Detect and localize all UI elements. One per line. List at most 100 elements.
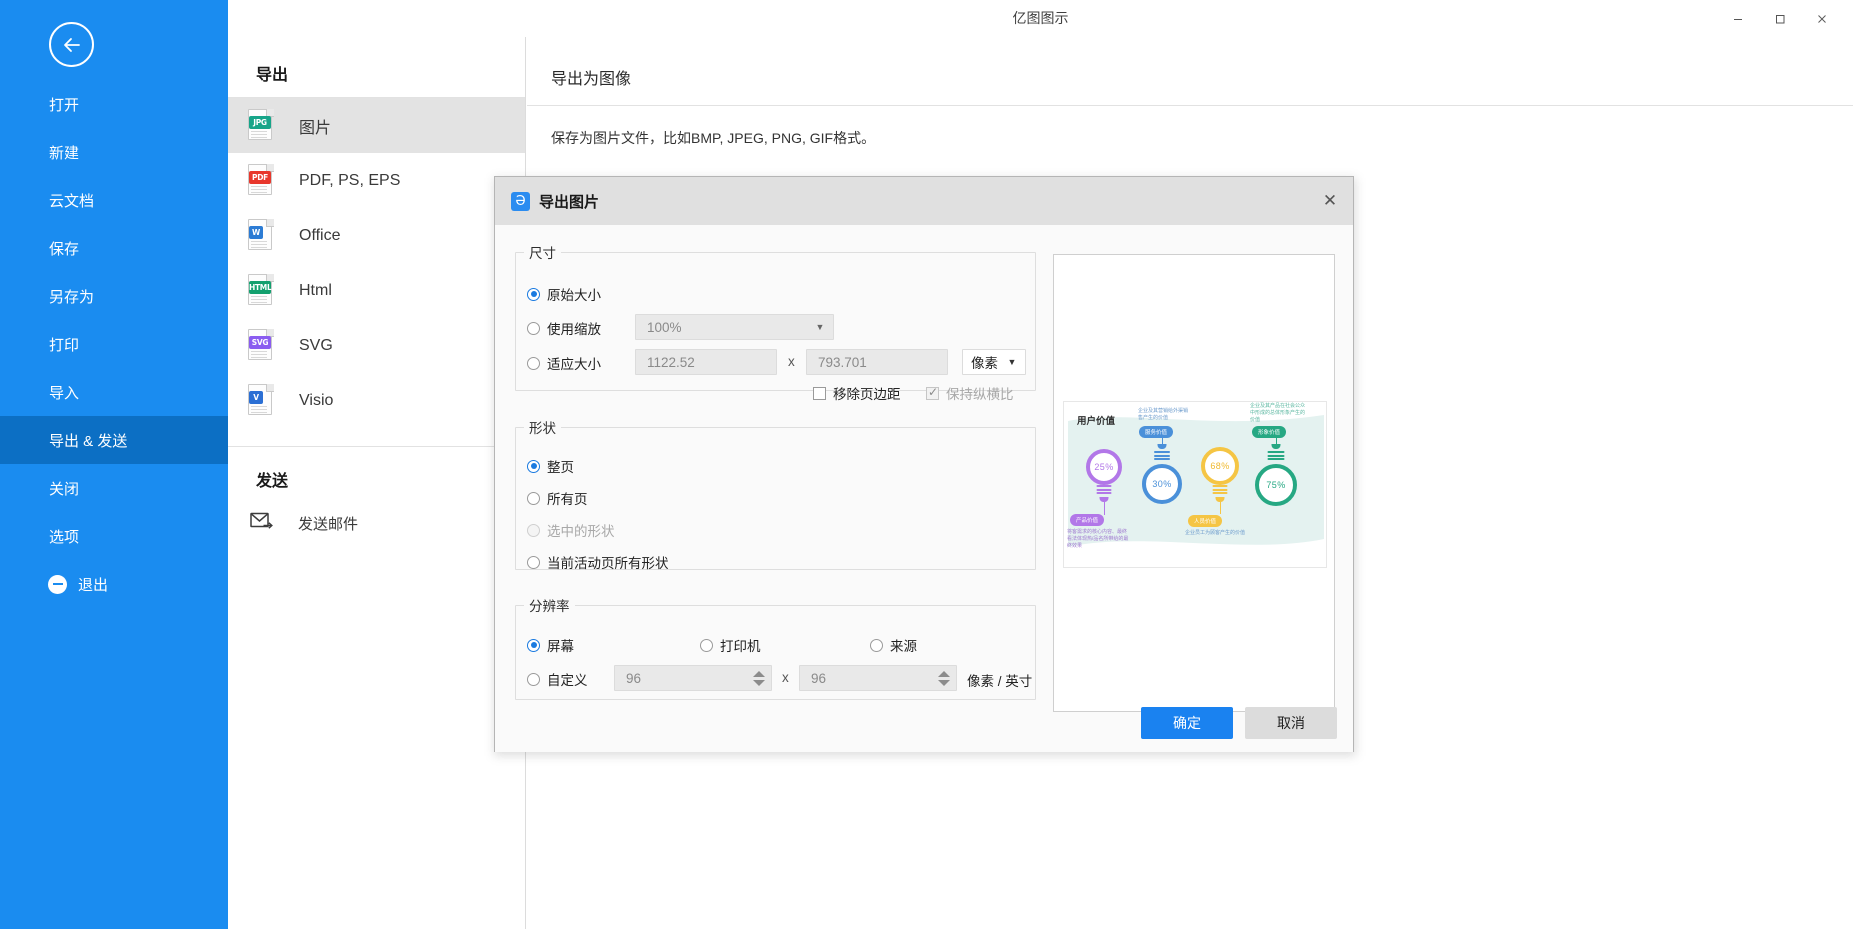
- sidebar-item-label: 退出: [78, 576, 109, 594]
- mail-forward-icon: [250, 511, 276, 535]
- sidebar-item-label: 打印: [49, 336, 80, 354]
- send-mail-item[interactable]: 发送邮件: [228, 497, 525, 549]
- resolution-x-spinner[interactable]: 96: [614, 665, 772, 691]
- preview-bulb-neck-icon: [1212, 485, 1228, 496]
- radio-indicator-icon: [527, 321, 540, 335]
- sidebar-item-export-and-send[interactable]: 导出 & 发送: [0, 416, 228, 464]
- preview-bulb-neck-icon: [1267, 451, 1285, 462]
- resolution-y-spinner[interactable]: 96: [799, 665, 957, 691]
- maximize-button[interactable]: [1759, 3, 1801, 35]
- radio-use-scale[interactable]: 使用缩放: [527, 318, 601, 338]
- preview-bulb-percent: 68%: [1201, 447, 1239, 485]
- preview-bulb-neck-icon: [1154, 451, 1170, 462]
- checkbox-keep-aspect-ratio: 保持纵横比: [926, 383, 1014, 403]
- dialog-body: 尺寸 原始大小 使用缩放 100% ▼ 适应大小 1122.52 x 793.7…: [495, 225, 1353, 752]
- fit-width-input[interactable]: 1122.52: [635, 349, 777, 375]
- radio-indicator-icon: [527, 523, 540, 537]
- preview-bulb-stem: [1103, 502, 1105, 515]
- radio-resolution-printer[interactable]: 打印机: [700, 635, 761, 655]
- export-format-html[interactable]: HTML Html: [228, 263, 525, 318]
- dialog-button-row: 确定 取消: [1141, 707, 1337, 739]
- export-image-dialog: Ə 导出图片 ✕ 尺寸 原始大小 使用缩放 100% ▼ 适应大小 1122.5…: [494, 176, 1354, 752]
- export-format-visio[interactable]: V Visio: [228, 373, 525, 428]
- sidebar-item-save[interactable]: 保存: [0, 224, 228, 272]
- sidebar-item-label: 选项: [49, 528, 80, 546]
- export-format-label: 图片: [299, 119, 332, 137]
- unit-dropdown[interactable]: 像素 ▼: [962, 349, 1026, 375]
- jpg-file-icon: JPG: [248, 109, 276, 142]
- word-file-icon: W: [248, 219, 276, 252]
- resolution-unit-label: 像素 / 英寸: [967, 674, 1033, 689]
- eddx-app-icon: Ə: [511, 191, 530, 211]
- radio-resolution-source[interactable]: 来源: [870, 635, 917, 655]
- radio-original-size[interactable]: 原始大小: [527, 284, 601, 304]
- radio-label: 使用缩放: [547, 322, 601, 337]
- scale-dropdown[interactable]: 100% ▼: [635, 314, 834, 340]
- detail-description: 保存为图片文件，比如BMP, JPEG, PNG, GIF格式。: [551, 130, 876, 146]
- sidebar-item-new[interactable]: 新建: [0, 128, 228, 176]
- preview-bulb-stem: [1219, 502, 1221, 514]
- export-format-list: JPG 图片 PDF PDF, PS, EPS W Office HTML Ht…: [228, 97, 525, 428]
- export-heading: 导出: [256, 67, 289, 84]
- preview-bulb-4: 75%: [1255, 434, 1297, 506]
- sidebar-item-label: 保存: [49, 240, 80, 258]
- minimize-button[interactable]: [1717, 3, 1759, 35]
- cancel-button[interactable]: 取消: [1245, 707, 1337, 739]
- export-format-panel: 导出 JPG 图片 PDF PDF, PS, EPS W Office HTML…: [228, 37, 526, 929]
- radio-resolution-screen[interactable]: 屏幕: [527, 635, 574, 655]
- radio-resolution-custom[interactable]: 自定义: [527, 669, 588, 689]
- sidebar-item-print[interactable]: 打印: [0, 320, 228, 368]
- radio-whole-page[interactable]: 整页: [527, 456, 574, 476]
- html-file-icon: HTML: [248, 274, 276, 307]
- size-separator: x: [788, 354, 795, 369]
- radio-indicator-icon: [527, 638, 540, 652]
- radio-all-pages[interactable]: 所有页: [527, 488, 588, 508]
- dialog-close-icon[interactable]: ✕: [1307, 177, 1353, 225]
- unit-value: 像素: [971, 356, 998, 371]
- sidebar-item-save-as[interactable]: 另存为: [0, 272, 228, 320]
- sidebar-item-label: 导出 & 发送: [49, 432, 128, 450]
- radio-label: 所有页: [547, 492, 588, 507]
- export-format-svg[interactable]: SVG SVG: [228, 318, 525, 373]
- radio-label: 打印机: [720, 639, 761, 654]
- radio-indicator-icon: [527, 459, 540, 473]
- radio-label: 当前活动页所有形状: [547, 556, 669, 571]
- sidebar-item-label: 关闭: [49, 480, 80, 498]
- sidebar-item-options[interactable]: 选项: [0, 512, 228, 560]
- back-arrow-icon[interactable]: [49, 22, 94, 67]
- checkbox-remove-page-margin[interactable]: 移除页边距: [813, 383, 901, 403]
- checkbox-label: 保持纵横比: [946, 387, 1014, 402]
- radio-label: 选中的形状: [547, 524, 615, 539]
- radio-indicator-icon: [527, 491, 540, 505]
- radio-label: 自定义: [547, 673, 588, 688]
- export-format-pdf-ps-eps[interactable]: PDF PDF, PS, EPS: [228, 153, 525, 208]
- dialog-title-bar: Ə 导出图片 ✕: [495, 177, 1353, 225]
- sidebar-nav-list: 打开 新建 云文档 保存 另存为 打印 导入 导出 & 发送 关闭 选项 退出: [0, 80, 228, 608]
- shape-group-legend: 形状: [529, 421, 556, 436]
- radio-all-shapes-current-page[interactable]: 当前活动页所有形状: [527, 552, 669, 572]
- svg-file-icon: SVG: [248, 329, 276, 362]
- sidebar-item-label: 打开: [49, 96, 80, 114]
- radio-fit-size[interactable]: 适应大小: [527, 353, 601, 373]
- export-format-office[interactable]: W Office: [228, 208, 525, 263]
- export-format-image[interactable]: JPG 图片: [228, 98, 525, 153]
- send-mail-label: 发送邮件: [298, 515, 359, 533]
- ok-button[interactable]: 确定: [1141, 707, 1233, 739]
- sidebar-item-open[interactable]: 打开: [0, 80, 228, 128]
- sidebar-item-exit[interactable]: 退出: [0, 560, 228, 608]
- radio-label: 整页: [547, 460, 574, 475]
- spinner-arrows-icon[interactable]: [938, 668, 951, 688]
- radio-indicator-icon: [527, 555, 540, 569]
- fit-height-input[interactable]: 793.701: [806, 349, 948, 375]
- scale-value: 100%: [647, 319, 682, 335]
- sidebar-item-import[interactable]: 导入: [0, 368, 228, 416]
- preview-diagram: 用户价值 25% 产品价值 将客需求的核心内容、最终看法体现热/品名所带给的最终…: [1063, 401, 1327, 568]
- preview-caption-3: 企业员工为顾客产生的价值: [1185, 530, 1246, 536]
- detail-title: 导出为图像: [551, 71, 632, 88]
- sidebar-item-close[interactable]: 关闭: [0, 464, 228, 512]
- sidebar-item-cloud-docs[interactable]: 云文档: [0, 176, 228, 224]
- close-button[interactable]: [1801, 3, 1843, 35]
- preview-bulb-percent: 75%: [1255, 464, 1297, 506]
- spinner-arrows-icon[interactable]: [753, 668, 766, 688]
- send-heading: 发送: [256, 473, 289, 490]
